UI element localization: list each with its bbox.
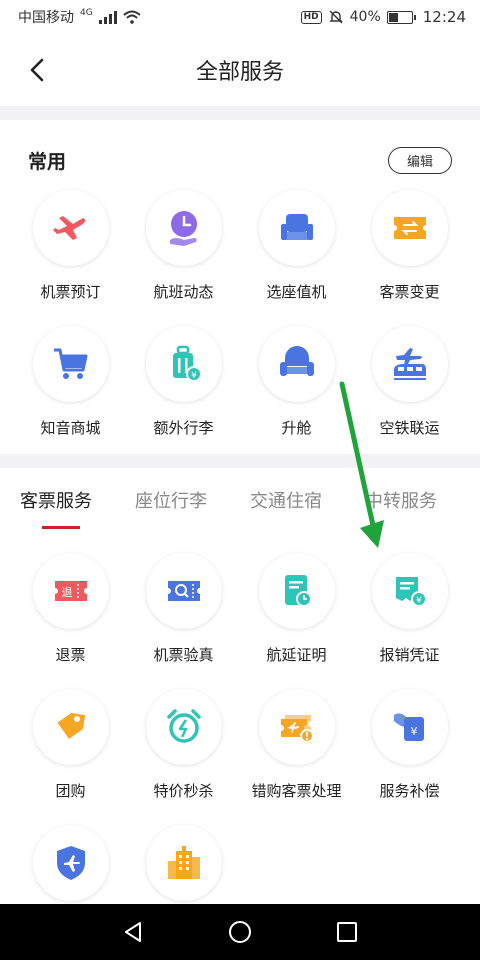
service-label: 额外行李 (153, 419, 214, 437)
common-section-header: 常用 编辑 (0, 140, 480, 180)
page-title: 全部服务 (195, 60, 284, 85)
ticket-service-item-5[interactable]: 特价秒杀 (127, 689, 240, 825)
service-label: 航班动态 (153, 283, 214, 301)
back-arrow-icon[interactable] (24, 56, 52, 84)
wifi-icon (123, 10, 141, 24)
service-label: 升舱 (281, 419, 312, 437)
service-label: 客票变更 (379, 283, 440, 301)
service-label: 机票验真 (153, 646, 214, 664)
triangle-back-icon (125, 922, 142, 942)
nav-home-button[interactable] (222, 914, 258, 950)
mute-bell-icon (328, 10, 343, 24)
circle-home-icon (228, 921, 251, 943)
nav-recents-button[interactable] (329, 914, 365, 950)
common-service-item-4[interactable]: 知音商城 (14, 326, 127, 462)
tag-icon (32, 689, 109, 765)
ticket-service-item-6[interactable]: 错购客票处理 (240, 689, 353, 825)
page-header: 全部服务 (0, 34, 480, 106)
clock-hand-icon (145, 190, 222, 266)
edit-button[interactable]: 编辑 (387, 146, 452, 174)
signal-icon (98, 10, 117, 24)
common-service-item-1[interactable]: 航班动态 (127, 190, 240, 326)
nav-back-button[interactable] (115, 914, 151, 950)
battery-icon (386, 10, 416, 24)
service-label: 退票 (55, 646, 86, 664)
service-label: 错购客票处理 (251, 782, 342, 800)
section-divider (0, 106, 480, 120)
service-label: 服务补偿 (379, 782, 440, 800)
ticket-service-item-3[interactable]: ¥ 报销凭证 (353, 553, 466, 689)
luggage-icon: ¥ (145, 326, 222, 402)
shield-plane-icon (32, 825, 109, 901)
status-bar: 中国移动 4G HD 40% 12:24 (0, 0, 480, 34)
delay-certificate-icon (258, 553, 335, 629)
service-tabs: 客票服务 座位行李 交通住宿 中转服务 (0, 470, 480, 530)
ticket-service-item-7[interactable]: ¥ 服务补偿 (353, 689, 466, 825)
ticket-service-item-4[interactable]: 团购 (14, 689, 127, 825)
hd-badge: HD (300, 10, 322, 24)
service-label: 选座值机 (266, 283, 327, 301)
ticket-service-item-1[interactable]: 机票验真 (127, 553, 240, 689)
svg-text:¥: ¥ (191, 371, 197, 381)
common-service-item-5[interactable]: ¥ 额外行李 (127, 326, 240, 462)
annotation-arrow (339, 381, 384, 548)
cart-icon (32, 326, 109, 402)
common-title: 常用 (28, 150, 67, 173)
status-left: 中国移动 4G (18, 7, 141, 27)
network-type: 4G (80, 8, 93, 18)
service-label: 机票预订 (40, 283, 101, 301)
svg-text:¥: ¥ (410, 725, 417, 738)
service-label: 团购 (55, 782, 86, 800)
square-recents-icon (336, 922, 357, 942)
buildings-icon (145, 825, 222, 901)
ticket-services-grid: 退退票 机票验真 航延证明 ¥ 报销凭证 团购 特价秒杀 错购客票处理 ¥ 服务补偿 (14, 553, 466, 960)
plane-icon (32, 190, 109, 266)
common-service-item-3[interactable]: 客票变更 (353, 190, 466, 326)
compensation-icon: ¥ (371, 689, 448, 765)
seat-icon (258, 190, 335, 266)
alarm-clock-icon (145, 689, 222, 765)
system-nav-bar (0, 904, 480, 960)
svg-text:¥: ¥ (416, 596, 422, 606)
wrong-ticket-icon (258, 689, 335, 765)
ticket-service-item-0[interactable]: 退退票 (14, 553, 127, 689)
service-label: 特价秒杀 (153, 782, 214, 800)
carrier-name: 中国移动 (18, 10, 74, 26)
ticket-exchange-icon (371, 190, 448, 266)
service-label: 报销凭证 (379, 646, 440, 664)
common-service-item-0[interactable]: 机票预订 (14, 190, 127, 326)
status-right: HD 40% 12:24 (300, 8, 466, 26)
tab-seat-baggage[interactable]: 座位行李 (135, 487, 250, 513)
battery-percent: 40% (349, 9, 381, 25)
service-label: 航延证明 (266, 646, 327, 664)
receipt-icon: ¥ (371, 553, 448, 629)
common-services-grid: 机票预订 航班动态 选座值机 客票变更 知音商城 ¥ 额外行李 升舱 空铁联运 (14, 190, 466, 462)
section-divider (0, 454, 480, 468)
clock: 12:24 (422, 8, 466, 26)
ticket-service-item-2[interactable]: 航延证明 (240, 553, 353, 689)
tab-ticket-service[interactable]: 客票服务 (20, 487, 135, 529)
svg-text:退: 退 (61, 586, 72, 599)
verify-ticket-icon (145, 553, 222, 629)
service-label: 知音商城 (40, 419, 101, 437)
armchair-icon (258, 326, 335, 402)
common-service-item-2[interactable]: 选座值机 (240, 190, 353, 326)
refund-ticket-icon: 退 (32, 553, 109, 629)
